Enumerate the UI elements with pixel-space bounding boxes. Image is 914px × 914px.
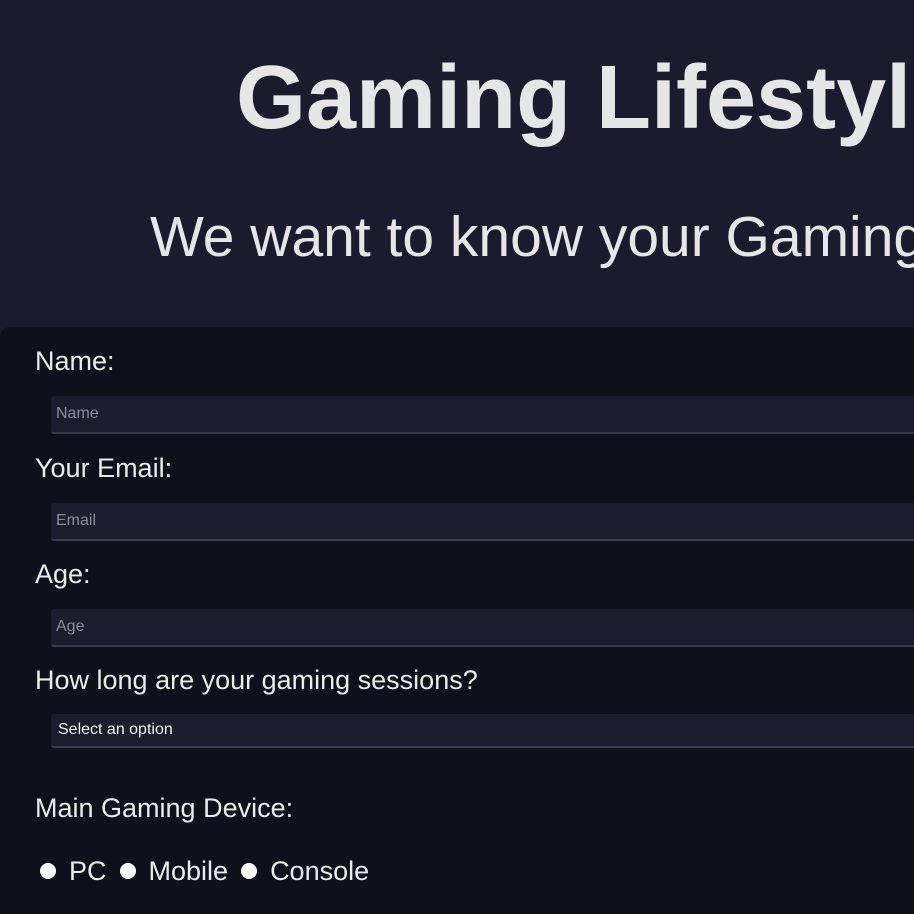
age-label: Age: bbox=[35, 559, 91, 589]
survey-page: Gaming Lifestyle We want to know your Ga… bbox=[0, 0, 914, 914]
device-option-label: PC bbox=[69, 856, 107, 886]
survey-form: Name: Your Email: Age: How long are your… bbox=[0, 327, 914, 914]
device-option-pc[interactable]: PC bbox=[40, 855, 107, 887]
email-label: Your Email: bbox=[35, 453, 173, 483]
sessions-label: How long are your gaming sessions? bbox=[35, 665, 478, 695]
sessions-select-value: Select an option bbox=[58, 721, 173, 738]
device-option-mobile[interactable]: Mobile bbox=[119, 855, 229, 887]
sessions-select[interactable]: Select an option bbox=[51, 714, 914, 748]
radio-button-icon[interactable] bbox=[119, 863, 136, 879]
device-option-console[interactable]: Console bbox=[241, 855, 369, 887]
name-input[interactable] bbox=[51, 396, 914, 434]
age-input[interactable] bbox=[51, 609, 914, 647]
page-subtitle: We want to know your Gaming Lifestyle bbox=[150, 205, 914, 269]
radio-button-icon[interactable] bbox=[40, 863, 56, 879]
device-option-label: Mobile bbox=[148, 856, 229, 886]
device-radio-group: PC Mobile Console bbox=[40, 854, 382, 888]
name-label: Name: bbox=[35, 346, 115, 376]
device-option-label: Console bbox=[270, 856, 370, 886]
device-label: Main Gaming Device: bbox=[35, 793, 294, 823]
radio-button-icon[interactable] bbox=[241, 863, 258, 879]
email-input[interactable] bbox=[51, 503, 914, 541]
page-title: Gaming Lifestyle bbox=[236, 48, 914, 148]
